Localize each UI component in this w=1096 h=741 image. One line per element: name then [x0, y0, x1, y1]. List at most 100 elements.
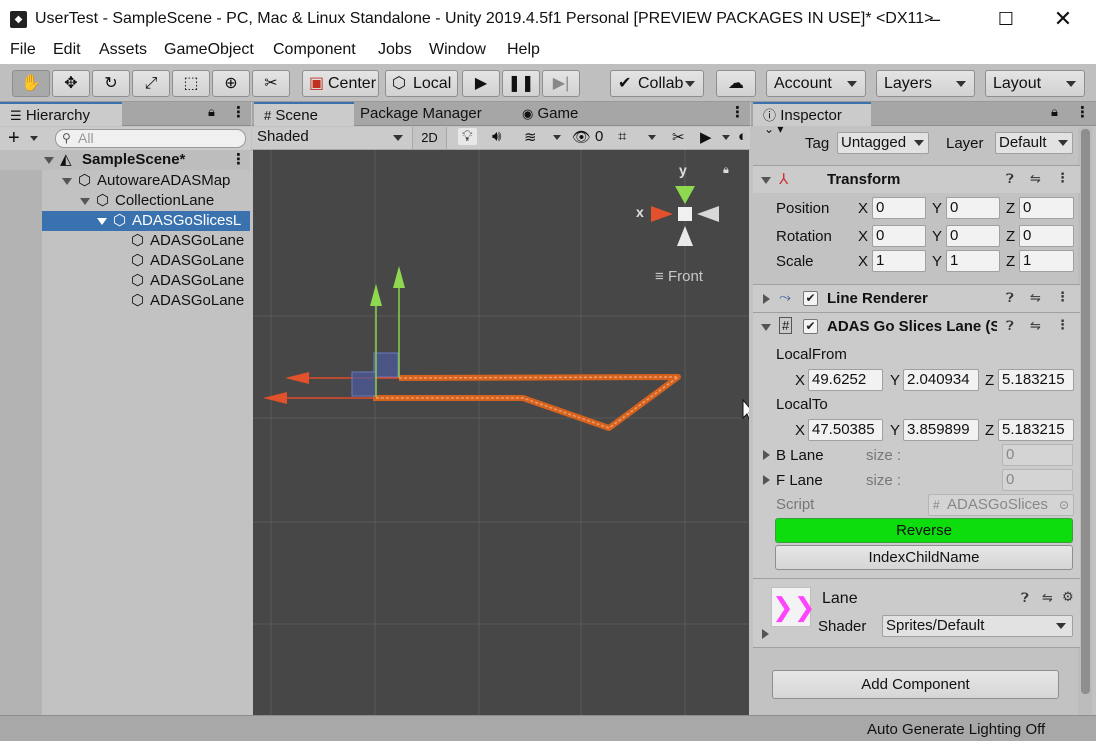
- fold-arrow-icon[interactable]: [761, 177, 771, 184]
- cloud-icon[interactable]: ☁: [716, 70, 756, 97]
- kebab-menu-icon[interactable]: ⋮: [730, 103, 745, 121]
- preset-icon[interactable]: ⇋: [1030, 318, 1041, 334]
- status-text[interactable]: Auto Generate Lighting Off: [867, 721, 1045, 738]
- camera-icon[interactable]: ▶︎: [700, 128, 712, 146]
- fold-arrow-icon[interactable]: [97, 218, 107, 225]
- rect-tool-icon[interactable]: ⬚: [172, 70, 210, 97]
- layers-dropdown[interactable]: Layers: [876, 70, 975, 97]
- kebab-menu-icon[interactable]: ⋮: [231, 150, 246, 170]
- menu-help[interactable]: Help: [507, 41, 540, 59]
- hierarchy-search-input[interactable]: ⚲ All: [55, 129, 246, 148]
- local-to-y-field[interactable]: 3.859899: [903, 419, 979, 441]
- tab-game[interactable]: ◉ Game: [514, 102, 578, 126]
- menu-jobs[interactable]: Jobs: [378, 41, 412, 59]
- help-icon[interactable]: ❓︎: [1006, 318, 1014, 334]
- hand-tool-icon[interactable]: ✋: [12, 70, 50, 97]
- chevron-down-icon[interactable]: [30, 136, 38, 141]
- line-renderer-header[interactable]: ⤳ ✔ Line Renderer ❓︎ ⇋ ⋮: [753, 284, 1080, 312]
- preset-icon[interactable]: ⇋: [1030, 171, 1041, 187]
- fold-arrow-icon[interactable]: [763, 475, 770, 485]
- rotation-y-field[interactable]: 0: [946, 225, 1000, 247]
- grid-toggle-icon[interactable]: ⌗: [618, 128, 626, 145]
- menu-component[interactable]: Component: [273, 41, 356, 59]
- scale-z-field[interactable]: 1: [1019, 250, 1074, 272]
- tab-hierarchy[interactable]: ☰ Hierarchy: [0, 102, 122, 126]
- f-lane-label[interactable]: F Lane: [776, 472, 823, 489]
- preset-icon[interactable]: ⇋: [1030, 290, 1041, 306]
- local-to-z-field[interactable]: 5.183215: [998, 419, 1074, 441]
- lock-icon[interactable]: 🔒︎: [1051, 104, 1058, 120]
- fold-arrow-icon[interactable]: [763, 294, 770, 304]
- rotation-z-field[interactable]: 0: [1019, 225, 1074, 247]
- position-x-field[interactable]: 0: [872, 197, 926, 219]
- local-from-x-field[interactable]: 49.6252: [808, 369, 883, 391]
- menu-edit[interactable]: Edit: [53, 41, 81, 59]
- chevron-down-icon[interactable]: [648, 135, 656, 140]
- scale-y-field[interactable]: 1: [946, 250, 1000, 272]
- step-icon[interactable]: ▶|: [542, 70, 580, 97]
- target-icon[interactable]: ⊙: [1059, 495, 1069, 515]
- fold-arrow-icon[interactable]: [44, 157, 54, 164]
- lane-outline[interactable]: [373, 374, 681, 431]
- account-dropdown[interactable]: Account: [766, 70, 866, 97]
- toggle-2d-button[interactable]: 2D: [412, 127, 447, 149]
- menu-file[interactable]: File: [10, 41, 36, 59]
- tools-icon[interactable]: ✂: [672, 128, 685, 146]
- reverse-button[interactable]: Reverse: [775, 518, 1073, 543]
- effects-icon[interactable]: ≋: [524, 128, 537, 146]
- menu-assets[interactable]: Assets: [99, 41, 147, 59]
- chevron-down-icon[interactable]: [553, 135, 561, 140]
- preset-icon[interactable]: ⇋: [1042, 590, 1053, 606]
- gear-icon[interactable]: ⚙: [1062, 589, 1074, 605]
- minimize-icon[interactable]: –: [912, 0, 958, 38]
- gizmos-icon[interactable]: ◐: [738, 128, 747, 145]
- kebab-menu-icon[interactable]: ⋮: [1056, 289, 1069, 305]
- help-icon[interactable]: ❓︎: [1021, 590, 1029, 606]
- slices-enabled-checkbox[interactable]: ✔: [803, 319, 818, 334]
- transform-tool-icon[interactable]: ⊕: [212, 70, 250, 97]
- custom-tool-icon[interactable]: ✂: [252, 70, 290, 97]
- menu-gameobject[interactable]: GameObject: [164, 41, 254, 59]
- layout-dropdown[interactable]: Layout: [985, 70, 1085, 97]
- position-y-field[interactable]: 0: [946, 197, 1000, 219]
- local-from-y-field[interactable]: 2.040934: [903, 369, 979, 391]
- audio-icon[interactable]: 🔊︎: [492, 128, 501, 145]
- move-gizmo-a[interactable]: [285, 266, 405, 384]
- lock-icon[interactable]: 🔒︎: [208, 104, 215, 120]
- local-to-x-field[interactable]: 47.50385: [808, 419, 883, 441]
- scale-x-field[interactable]: 1: [872, 250, 926, 272]
- lock-icon[interactable]: 🔒︎: [723, 164, 729, 177]
- scene-view[interactable]: y x 🔒︎ ≡ Front: [253, 150, 749, 715]
- chevron-down-icon[interactable]: [722, 135, 730, 140]
- fold-arrow-icon[interactable]: [763, 450, 770, 460]
- fold-arrow-icon[interactable]: [762, 629, 769, 639]
- help-icon[interactable]: ❓︎: [1006, 171, 1014, 187]
- play-icon[interactable]: ▶: [462, 70, 500, 97]
- maximize-icon[interactable]: ☐: [983, 0, 1029, 38]
- kebab-menu-icon[interactable]: ⋮: [231, 103, 246, 121]
- view-label[interactable]: ≡ Front: [655, 268, 703, 285]
- add-icon[interactable]: +: [8, 127, 20, 149]
- transform-header[interactable]: ⅄ Transform ❓︎ ⇋ ⋮: [753, 165, 1080, 193]
- pivot-local-button[interactable]: ⬡ Local: [385, 70, 458, 97]
- kebab-menu-icon[interactable]: ⋮: [1056, 317, 1069, 333]
- kebab-menu-icon[interactable]: ⋮: [1056, 170, 1069, 186]
- local-from-z-field[interactable]: 5.183215: [998, 369, 1074, 391]
- scene-canvas[interactable]: [253, 150, 749, 715]
- move-tool-icon[interactable]: ✥: [52, 70, 90, 97]
- layer-dropdown[interactable]: Default: [995, 132, 1073, 154]
- inspector-scrollbar[interactable]: [1078, 127, 1092, 715]
- line-renderer-enabled-checkbox[interactable]: ✔: [803, 291, 818, 306]
- fold-arrow-icon[interactable]: [80, 198, 90, 205]
- pause-icon[interactable]: ❚❚: [502, 70, 540, 97]
- collapse-arrow-icon[interactable]: ⌄ ▾: [764, 122, 783, 136]
- close-icon[interactable]: ✕: [1040, 0, 1086, 38]
- lighting-icon[interactable]: 💡︎: [458, 128, 477, 145]
- index-child-name-button[interactable]: IndexChildName: [775, 545, 1073, 570]
- menu-window[interactable]: Window: [429, 41, 486, 59]
- rotation-x-field[interactable]: 0: [872, 225, 926, 247]
- kebab-menu-icon[interactable]: ⋮: [1075, 103, 1090, 121]
- position-z-field[interactable]: 0: [1019, 197, 1074, 219]
- shader-dropdown[interactable]: Sprites/Default: [882, 615, 1073, 637]
- slices-component-header[interactable]: # ✔ ADAS Go Slices Lane (S ❓︎ ⇋ ⋮: [753, 312, 1080, 340]
